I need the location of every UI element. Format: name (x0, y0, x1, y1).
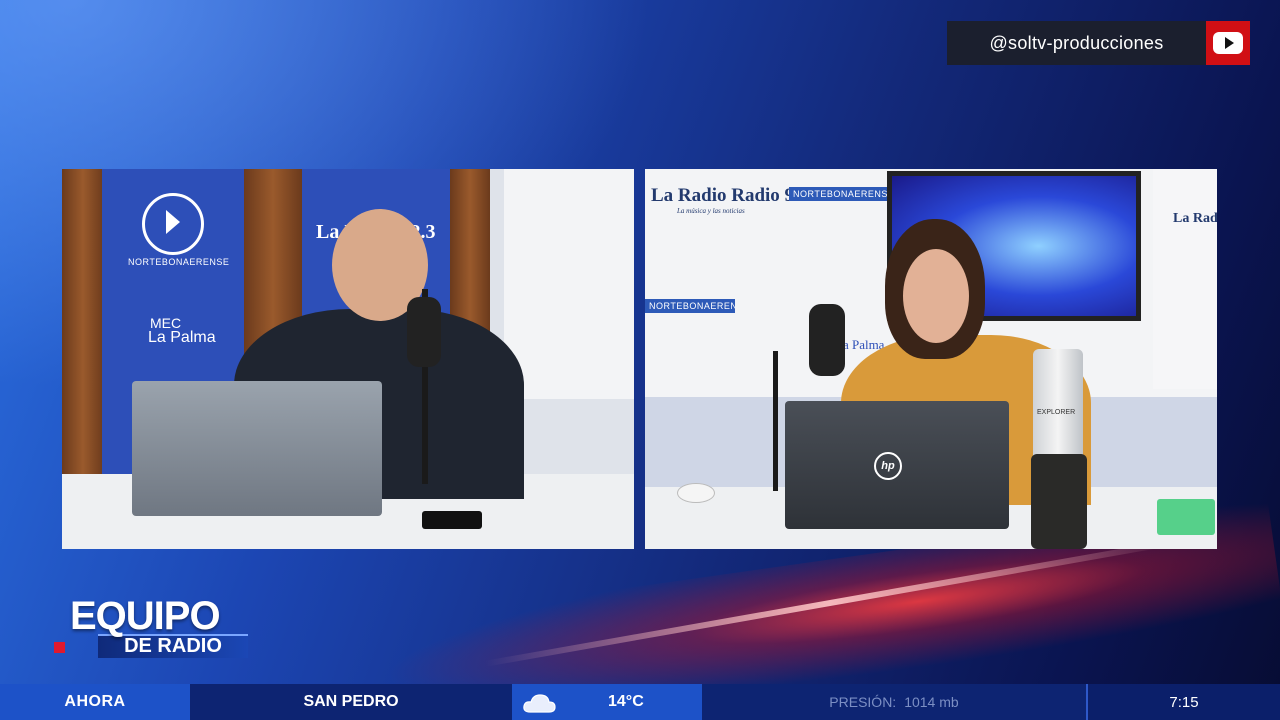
program-title: EQUIPO DE RADIO (54, 594, 254, 666)
cloud-icon (523, 694, 556, 713)
compass-logo-icon (142, 193, 204, 255)
pressure-label: PRESIÓN: (829, 694, 897, 710)
youtube-icon (1206, 21, 1250, 65)
temperature: 14°C (608, 693, 644, 710)
program-name: EQUIPO (70, 594, 221, 638)
camera-feed-right: La Radio Radio 92.3 La música y las noti… (645, 169, 1217, 549)
camera-feed-left: NORTEBONAERENSE MEC La Palma La Radio 92… (62, 169, 634, 549)
pressure-cell: PRESIÓN: 1014 mb (702, 684, 1086, 720)
banner-brand-text: NORTEBONAERENSE (128, 257, 230, 267)
pressure-value: 1014 mb (904, 694, 959, 710)
title-accent (54, 642, 65, 653)
microphone-icon (407, 297, 441, 367)
city-label: SAN PEDRO (190, 684, 512, 720)
now-label: AHORA (0, 684, 190, 720)
broadcast-frame: @soltv-producciones NORTEBONAERENSE MEC … (0, 0, 1280, 720)
banner-place-text: La Palma (148, 329, 216, 346)
hp-logo-icon: hp (874, 452, 902, 480)
brand-badge-mid: NORTEBONAERENSE (645, 299, 735, 313)
mate-cup (1031, 454, 1087, 549)
brand-badge-top: NORTEBONAERENSE (789, 187, 899, 201)
microphone-icon-right (809, 304, 845, 376)
station-sign-small: La Radio 92.3 (1173, 211, 1217, 226)
weather-cell: 14°C (512, 684, 702, 720)
laptop-left (132, 381, 382, 516)
bottle-label: EXPLORER (1037, 409, 1076, 416)
program-subtitle: DE RADIO (124, 635, 222, 657)
info-ticker: AHORA SAN PEDRO 14°C PRESIÓN: 1014 mb 7:… (0, 684, 1280, 720)
social-tag[interactable]: @soltv-producciones (947, 21, 1250, 65)
clock: 7:15 (1088, 684, 1280, 720)
station-tagline: La música y las noticias (677, 207, 745, 215)
social-handle: @soltv-producciones (989, 32, 1164, 53)
